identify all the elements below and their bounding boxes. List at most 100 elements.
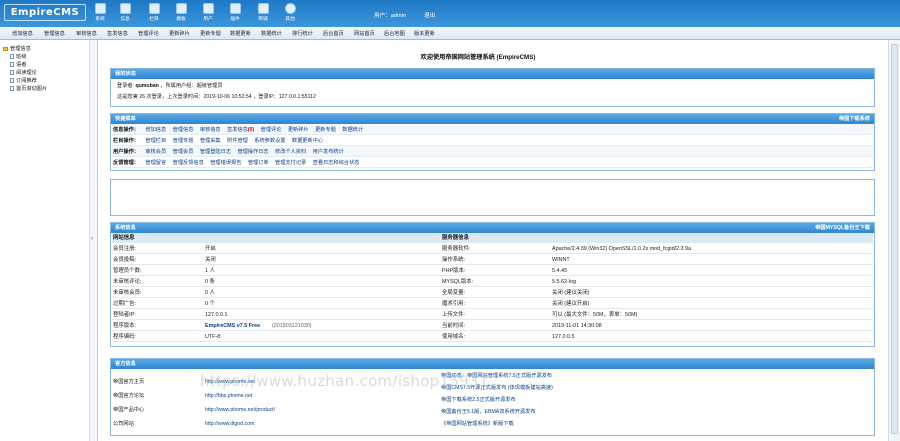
quick-link[interactable]: 数据更新中心 [292,138,323,144]
page-title: 欢迎使用帝国网站管理系统 (EmpireCMS) [420,54,536,61]
download-system-link[interactable]: 帝国下载系统 [839,114,870,124]
empty-frame [110,179,875,216]
panel-header: 快捷菜单 帝国下载系统 [111,114,874,124]
quick-link[interactable]: 审核会员 [145,149,166,155]
quick-link[interactable]: 修改个人资料 [275,149,306,155]
menu-item[interactable]: 增加信息 [12,30,33,37]
login-user-line: 登录者: qumuban ，所属用户组：超级管理员 [117,83,223,89]
official-info-panel: 官方信息 帝国官方主页 http://www.phome.net 帝国官方论坛 ht… [110,358,875,436]
toolbar-shop-button[interactable]: 商城 [249,2,277,26]
pending-count-badge: (0) [247,127,255,133]
tree-item[interactable]: 阅读理论 [10,69,37,76]
toolbar-column-button[interactable]: 栏目 [140,2,168,26]
news-item[interactable]: 帝国下载系统2.5正式版开源发布 [441,395,516,405]
quick-row-column: 栏目操作： 管理栏目 管理专题 管理采集 附件管理 系统参数设置 数据更新中心 [113,138,324,144]
tree-item[interactable]: 订阅推荐 [10,77,37,84]
quick-row-info: 信息操作： 增加信息 管理信息 审核信息 签发信息(0) 管理评论 更新碎片 更… [113,127,364,133]
mysql-backup-link[interactable]: 帝国MYSQL备份王下载 [815,223,870,233]
quick-link[interactable]: 管理错误报告 [210,160,241,166]
folder-icon [3,46,8,51]
menu-item[interactable]: 后台首页 [323,30,344,37]
menu-item[interactable]: 后台地图 [384,30,405,37]
quick-link[interactable]: 管理专题 [173,138,194,144]
panel-splitter[interactable]: › [90,40,98,441]
quick-link[interactable]: 管理信息 [173,127,194,133]
toolbar-system-button[interactable]: 系统 [86,2,114,26]
quick-link[interactable]: 管理操作日志 [237,149,268,155]
news-item[interactable]: 帝国动态：帝国网站管理系统7.5正式版开源发布 [441,371,552,381]
menu-item[interactable]: 审核信息 [76,30,97,37]
official-link[interactable]: http://www.digod.com [205,419,254,429]
page-icon [10,86,14,92]
menu-item[interactable]: 排行统计 [292,30,313,37]
menu-item[interactable]: 数据统计 [261,30,282,37]
my-status-panel: 我的状态 登录者: qumuban ，所属用户组：超级管理员 这是您第 26 次… [110,68,875,107]
login-stats-line: 这是您第 26 次登录，上次登录时间：2019-10-06 10:52:54 ，… [117,94,316,100]
version-link[interactable]: EmpireCMS v7.5 Free [205,321,260,331]
tree-item[interactable]: 首页滚动图片 [10,85,47,92]
toolbar-plugin-button[interactable]: 插件 [221,2,249,26]
official-link[interactable]: http://bbs.phome.net [205,391,252,401]
news-item[interactable]: 帝国CMS7.5开源正式版发布 (体现模板建站高速) [441,383,553,393]
news-item[interactable]: 帝国备份王5.1版，EBMA双系统开源发布 [441,407,536,417]
panel-header: 我的状态 [111,69,874,79]
logout-link[interactable]: 退出 [424,11,435,19]
menu-item[interactable]: 更新碎片 [169,30,190,37]
quick-link[interactable]: 更新专题 [315,127,336,133]
current-user: 用户：admin [374,13,407,19]
quick-row-feedback: 反馈管理： 管理留言 管理反馈信息 管理错误报告 管理订单 管理支付记录 查看日… [113,160,360,166]
quick-link[interactable]: 签发信息 [227,127,248,133]
menu-item[interactable]: 管理信息 [44,30,65,37]
toolbar-user-button[interactable]: 用户 [194,2,222,26]
quick-link[interactable]: 管理评论 [261,127,282,133]
quick-link[interactable]: 管理采集 [200,138,221,144]
toolbar-other-button[interactable]: 其他 [276,2,304,26]
quick-link[interactable]: 更新碎片 [288,127,309,133]
menu-item[interactable]: 网站首页 [354,30,375,37]
toolbar-template-button[interactable]: 模板 [167,2,195,26]
official-link[interactable]: http://www.phome.net [205,377,255,387]
quick-link[interactable]: 系统参数设置 [254,138,285,144]
quick-link[interactable]: 数据统计 [342,127,363,133]
news-item[interactable]: 《帝国网站管理系统》新版下载 [441,419,514,429]
menu-item[interactable]: 更新专题 [200,30,221,37]
quick-link[interactable]: 用户发布统计 [313,149,344,155]
quick-link[interactable]: 附件管理 [227,138,248,144]
quick-link[interactable]: 查看日志和综合状态 [313,160,360,166]
tree-item[interactable]: 语者 [10,61,26,68]
tree-root[interactable]: 管理信息 [3,45,31,52]
quick-link[interactable]: 管理订单 [248,160,269,166]
menu-item[interactable]: 管理评论 [138,30,159,37]
menu-item[interactable]: 数据更新 [230,30,251,37]
quick-link[interactable]: 管理反馈信息 [173,160,204,166]
menu-item[interactable]: 签发信息 [107,30,128,37]
official-link-row: 帝国官方主页 http://www.phome.net [113,379,255,385]
collapse-arrow-icon[interactable]: › [91,236,93,242]
vertical-scrollbar[interactable] [888,40,900,441]
quick-link[interactable]: 管理栏目 [145,138,166,144]
page-icon [10,70,14,76]
page-icon [10,54,14,60]
tree-item[interactable]: 班级 [10,53,26,60]
template-icon [175,3,187,14]
quick-link[interactable]: 管理登陆日志 [200,149,231,155]
menu-bar: 增加信息 管理信息 审核信息 签发信息 管理评论 更新碎片 更新专题 数据更新 … [0,27,900,40]
document-icon [119,3,131,14]
scrollbar-thumb[interactable] [891,44,898,434]
folder-icon [148,3,160,14]
quick-link[interactable]: 管理会员 [173,149,194,155]
quick-link[interactable]: 审核信息 [200,127,221,133]
toolbar-info-button[interactable]: 信息 [111,2,139,26]
top-header: EmpireCMS 系统 信息 栏目 模板 用户 插件 商城 其他 用户：adm… [0,0,900,27]
quick-link[interactable]: 管理支付记录 [275,160,306,166]
sysinfo-header-row: 网站信息 服务器信息 [112,233,873,243]
menu-item[interactable]: 版本更新 [414,30,435,37]
shop-icon [257,3,269,14]
quick-link[interactable]: 增加信息 [145,127,166,133]
page-icon [10,78,14,84]
app-logo: EmpireCMS [4,4,86,21]
quick-link[interactable]: 管理留言 [145,160,166,166]
official-link[interactable]: http://www.phome.net/product/ [205,405,275,415]
puzzle-icon [229,3,241,14]
sysinfo-row: 程序版本: EmpireCMS v7.5 Free (201803121030) 当… [112,321,873,331]
